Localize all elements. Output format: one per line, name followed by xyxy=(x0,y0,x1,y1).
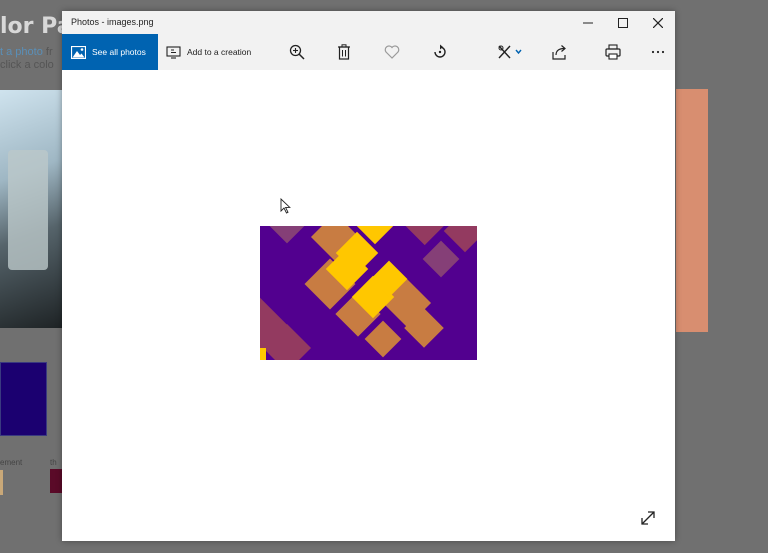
edit-draw-icon xyxy=(498,45,522,59)
print-button[interactable] xyxy=(598,34,628,70)
edit-button[interactable] xyxy=(490,34,530,70)
background-photo xyxy=(0,90,62,328)
zoom-in-icon xyxy=(289,44,305,60)
favorite-button[interactable] xyxy=(377,34,407,70)
background-label-right: th xyxy=(50,458,57,467)
minimize-icon xyxy=(583,22,593,23)
toolbar: See all photos Add to a creation xyxy=(62,34,675,70)
see-all-photos-label: See all photos xyxy=(92,47,146,57)
trash-icon xyxy=(338,44,350,60)
title-bar[interactable]: Photos - images.png xyxy=(62,11,675,34)
displayed-image xyxy=(260,226,477,360)
add-to-creation-button[interactable]: Add to a creation xyxy=(166,34,251,70)
background-small-swatch xyxy=(0,470,3,495)
photos-window: Photos - images.png See all photos Add t… xyxy=(62,11,675,541)
background-upload-link: t a photo xyxy=(0,46,43,58)
rotate-button[interactable] xyxy=(425,34,455,70)
see-all-photos-button[interactable]: See all photos xyxy=(62,34,158,70)
mouse-cursor-icon xyxy=(280,198,291,214)
minimize-button[interactable] xyxy=(571,11,605,34)
maximize-icon xyxy=(618,17,628,28)
photo-gallery-icon xyxy=(71,45,86,59)
window-title: Photos - images.png xyxy=(71,17,154,27)
close-icon xyxy=(653,17,663,28)
more-icon xyxy=(651,50,665,54)
background-instruction-line-1: t a photo fr xyxy=(0,46,53,58)
delete-button[interactable] xyxy=(329,34,359,70)
zoom-button[interactable] xyxy=(282,34,312,70)
more-button[interactable] xyxy=(643,34,673,70)
share-button[interactable] xyxy=(545,34,575,70)
background-label-left: ement xyxy=(0,458,23,467)
print-icon xyxy=(605,44,621,60)
maximize-button[interactable] xyxy=(606,11,640,34)
add-to-creation-label: Add to a creation xyxy=(187,47,252,57)
background-right-swatch xyxy=(676,89,708,332)
background-instruction-line-2: click a colo xyxy=(0,59,54,71)
share-icon xyxy=(552,45,566,60)
background-color-swatch xyxy=(0,362,47,436)
background-small-swatch-2 xyxy=(50,469,62,493)
background-title: lor Pa xyxy=(0,14,72,39)
rotate-icon xyxy=(434,44,446,58)
close-button[interactable] xyxy=(641,11,675,34)
creation-icon xyxy=(166,45,181,59)
heart-icon xyxy=(384,45,400,59)
expand-icon[interactable] xyxy=(638,508,658,528)
photo-viewer-area[interactable] xyxy=(62,70,675,541)
